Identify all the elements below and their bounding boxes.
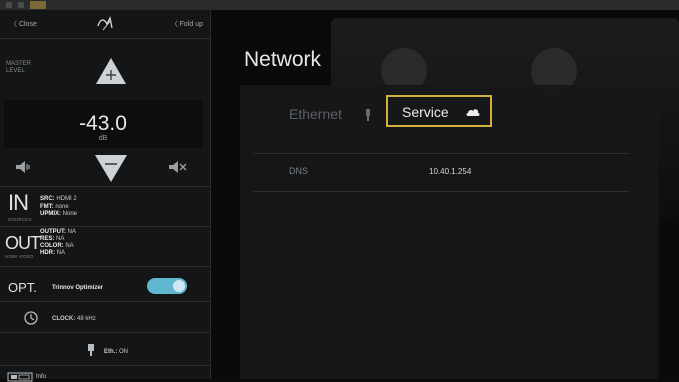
output-section-subtitle: HDMI VIDEO (5, 254, 34, 259)
optimizer-toggle[interactable] (147, 278, 187, 294)
dns-value: 10.40.1.254 (429, 167, 472, 176)
main-content: Network Ethernet Service DNS 10.40.1.254 (211, 10, 679, 379)
window-top-bar (0, 0, 679, 10)
divider (0, 186, 210, 187)
divider (0, 38, 210, 39)
fold-up-button[interactable]: 〈 Fold up (171, 19, 203, 29)
divider (0, 226, 210, 227)
mute-icon[interactable] (168, 160, 188, 174)
input-info: SRC: HDMI 2 FMT: none UPMIX: None (40, 196, 78, 217)
clock-info: CLOCK: 48 kHz (52, 316, 96, 322)
volume-value: -43.0 (79, 112, 127, 135)
page-title: Network (244, 48, 322, 71)
volume-up-button[interactable] (95, 56, 127, 86)
output-info: OUTPUT: NA RES: NA COLOR: NA HDR: NA (40, 229, 77, 256)
speaker-icon[interactable] (14, 160, 32, 174)
info-icon[interactable] (7, 372, 33, 382)
optimizer-label: Trinnov Optimizer (52, 285, 104, 291)
divider (0, 266, 210, 267)
sidebar: 〈 Close 〈 Fold up MASTER LEVEL -43.0 dB … (0, 10, 211, 382)
window-control-icon[interactable] (18, 2, 24, 8)
divider (0, 365, 210, 366)
output-section-title: OUT (5, 233, 41, 253)
tab-ethernet[interactable]: Ethernet (289, 106, 342, 122)
divider (0, 332, 210, 333)
tab-service-label: Service (402, 104, 449, 120)
toggle-knob (173, 280, 185, 292)
close-button[interactable]: 〈 Close (10, 19, 37, 29)
row-divider (253, 191, 629, 192)
volume-down-button[interactable] (94, 153, 128, 184)
volume-display: -43.0 dB (4, 100, 202, 148)
master-level-label: MASTER LEVEL (6, 61, 32, 74)
row-divider (253, 153, 629, 154)
app-thumbnail (30, 1, 46, 9)
window-control-icon[interactable] (6, 2, 12, 8)
cloud-icon (466, 109, 480, 116)
tab-service[interactable]: Service (386, 95, 492, 127)
settings-panel (240, 85, 659, 379)
input-section-title: IN (8, 190, 29, 215)
sidebar-header: 〈 Close 〈 Fold up (0, 10, 210, 38)
divider (0, 301, 210, 302)
ethernet-plug-icon (88, 344, 94, 356)
trinnov-logo-icon (97, 16, 113, 31)
dns-label: DNS (289, 166, 309, 176)
info-button[interactable]: Info (36, 374, 46, 380)
ethernet-info: Eth.: ON (104, 349, 129, 355)
input-section-subtitle: SOURCES (8, 217, 32, 222)
volume-unit: dB (98, 135, 108, 142)
optimizer-section-title: OPT. (8, 280, 37, 295)
clock-icon (24, 311, 38, 325)
ethernet-icon (366, 109, 370, 121)
